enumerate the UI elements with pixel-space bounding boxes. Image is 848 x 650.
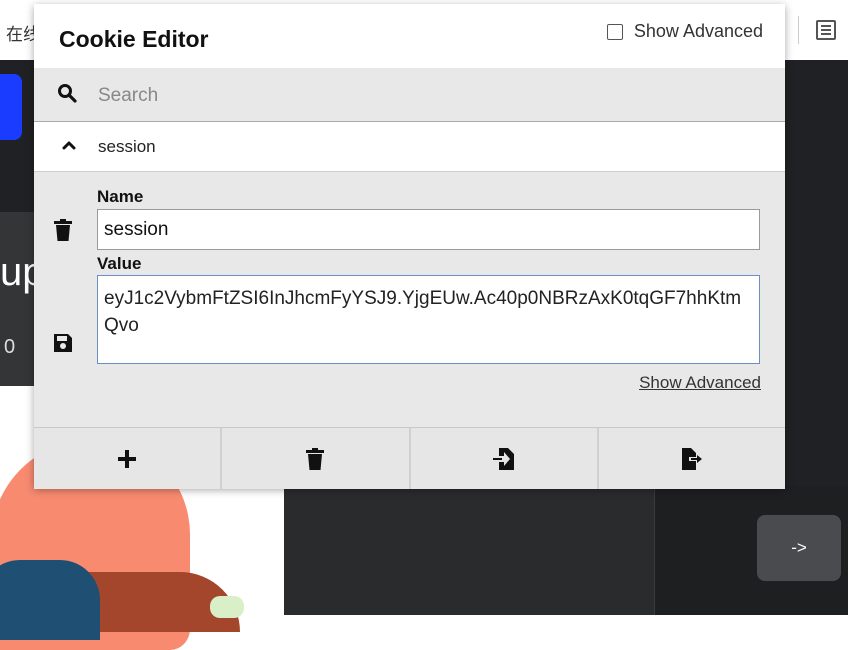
chevron-up-icon[interactable] (62, 138, 76, 152)
show-advanced-label[interactable]: Show Advanced (634, 21, 763, 42)
trash-icon[interactable] (53, 219, 73, 241)
cookie-name[interactable]: session (98, 137, 156, 157)
show-advanced-link[interactable]: Show Advanced (639, 373, 761, 393)
plus-icon (118, 449, 137, 468)
page-panel (284, 486, 654, 615)
cookie-row-header[interactable]: session (34, 122, 785, 172)
illustration-shape (0, 560, 100, 640)
export-button[interactable] (598, 428, 785, 489)
popup-title: Cookie Editor (59, 26, 209, 52)
export-icon (681, 447, 702, 470)
bottom-toolbar (34, 427, 785, 489)
show-advanced-toggle[interactable]: Show Advanced (606, 21, 763, 42)
cookie-details: Name Value eyJ1c2VybmFtZSI6InJhcmFyYSJ9.… (34, 172, 785, 427)
search-bar (34, 68, 785, 122)
delete-all-button[interactable] (222, 428, 411, 489)
page-count-fragment: 0 (4, 336, 16, 358)
reader-mode-icon[interactable] (816, 20, 836, 40)
search-input[interactable] (96, 80, 760, 112)
value-label: Value (97, 254, 142, 273)
save-icon[interactable] (53, 333, 73, 353)
add-cookie-button[interactable] (34, 428, 223, 489)
show-advanced-checkbox[interactable] (606, 23, 623, 40)
import-button[interactable] (410, 428, 599, 489)
import-icon (492, 447, 514, 470)
name-label: Name (97, 187, 144, 206)
cookie-value-textarea[interactable]: eyJ1c2VybmFtZSI6InJhcmFyYSJ9.YjgEUw.Ac40… (97, 275, 760, 364)
popup-header: Cookie Editor Show Advanced (34, 4, 785, 69)
page-arrow-button[interactable]: -> (757, 515, 841, 581)
cookie-editor-popup: Cookie Editor Show Advanced session Nam (34, 4, 785, 489)
page-blue-button[interactable] (0, 74, 22, 140)
browser-divider (798, 16, 799, 44)
page-dark-card (0, 212, 34, 386)
search-icon (58, 84, 77, 103)
trash-icon (306, 447, 325, 470)
cookie-name-input[interactable] (97, 209, 760, 250)
